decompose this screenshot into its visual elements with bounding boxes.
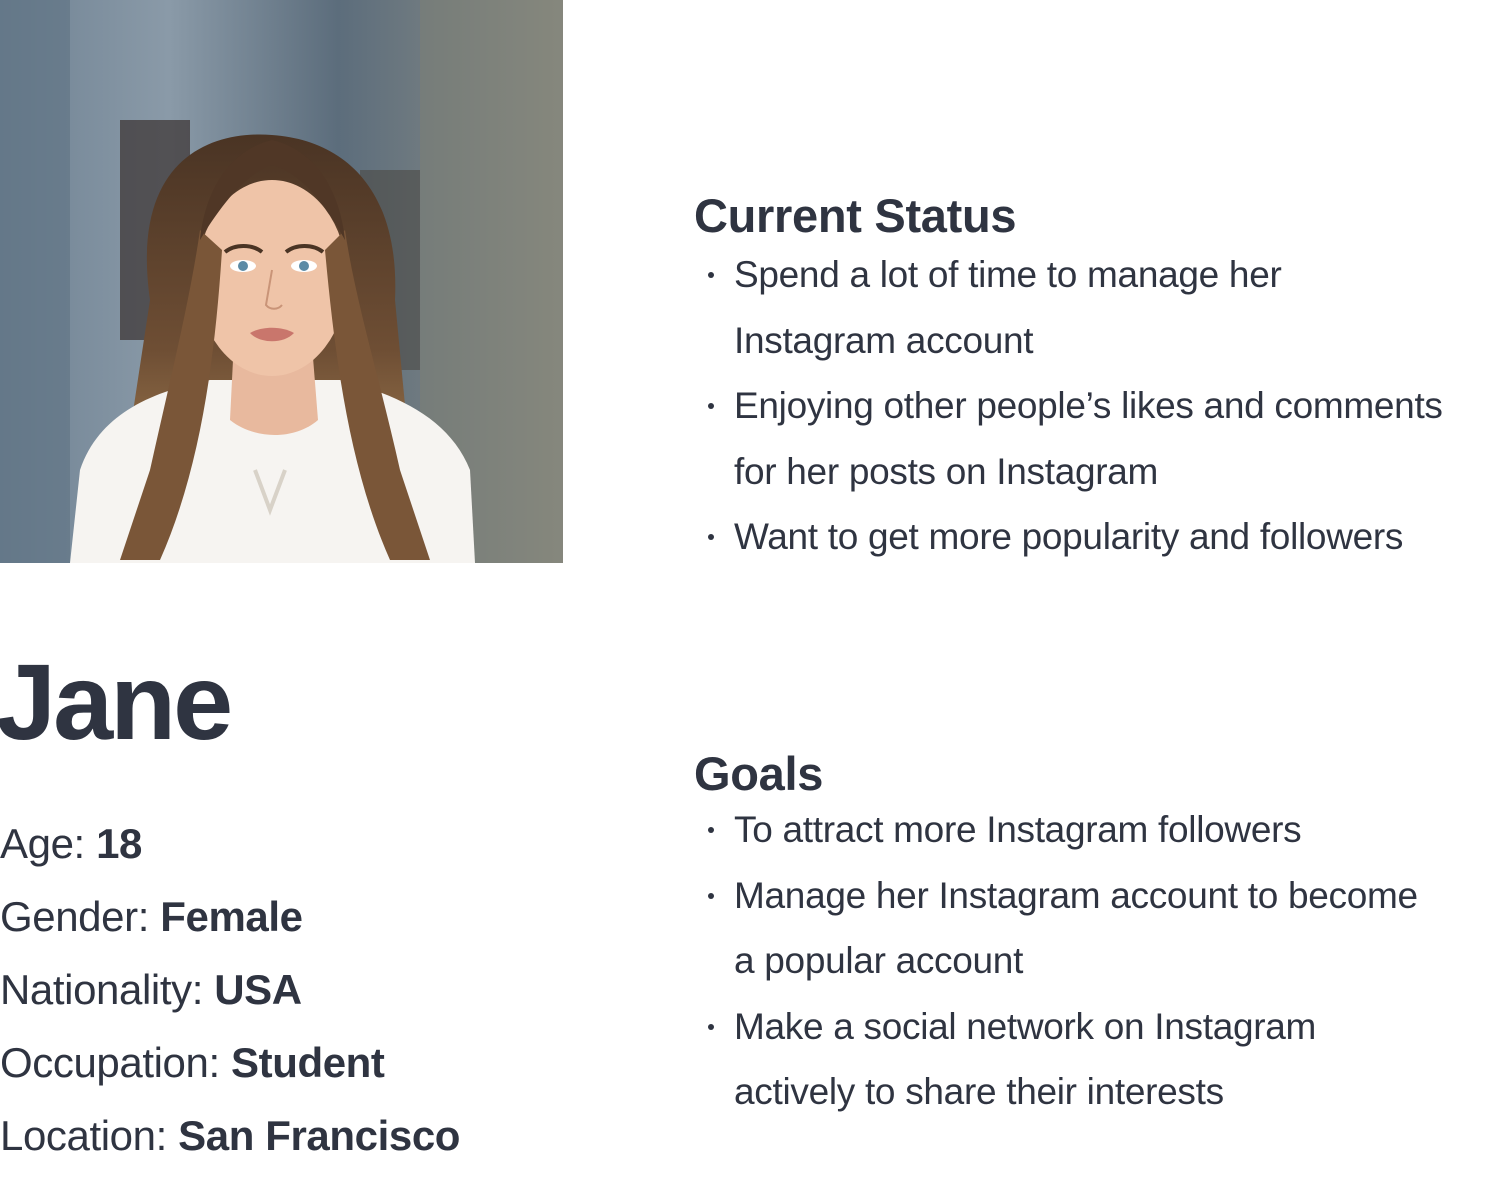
bullet-icon [708,827,714,833]
list-item: Want to get more popularity and follower… [694,504,1500,570]
fact-label: Age: [0,820,97,867]
fact-value: 18 [96,820,142,867]
fact-value: San Francisco [178,1112,461,1159]
list-item-text: Manage her Instagram account to become [734,874,1418,916]
bullet-icon [708,1023,714,1030]
section-title: Goals [694,747,824,800]
bullet-icon [708,272,714,278]
list-item: Enjoying other people’s likes and commen… [694,373,1500,504]
fact-label: Occupation: [0,1039,231,1086]
list-item-text: for her posts on Instagram [734,450,1159,492]
fact-location: Location: San Francisco [0,1104,620,1177]
portrait-photo-icon [0,0,563,563]
fact-age: Age: 18 [0,812,620,885]
current-status-section: Current Status Spend a lot of time to ma… [694,186,1500,570]
list-item-text: a popular account [734,940,1024,981]
bullet-icon [708,534,714,540]
list-item-text: To attract more Instagram followers [734,809,1302,850]
bullet-icon [708,892,714,899]
list-item: Manage her Instagram account to become a… [694,863,1500,994]
fact-label: Gender: [0,893,161,940]
goals-section: Goals To attract more Instagram follower… [694,744,1500,1125]
list-item-text: actively to share their interests [734,1071,1224,1112]
current-status-list: Spend a lot of time to manage her Instag… [694,242,1500,570]
fact-value: USA [214,966,302,1013]
fact-label: Nationality: [0,966,215,1013]
bullet-icon [708,403,714,409]
list-item-text: Spend a lot of time to manage her [734,254,1282,295]
persona-name: Jane [0,641,233,762]
fact-value: Student [231,1039,385,1086]
list-item: To attract more Instagram followers [694,797,1500,863]
fact-gender: Gender: Female [0,885,620,958]
list-item-text: Want to get more popularity and follower… [734,516,1404,557]
list-item-text: Enjoying other people’s likes and commen… [734,385,1443,426]
persona-facts: Age: 18 Gender: Female Nationality: USA … [0,812,620,1177]
persona-photo [0,0,563,563]
goals-list: To attract more Instagram followers Mana… [694,797,1500,1125]
fact-label: Location: [0,1112,179,1159]
list-item: Make a social network on Instagram activ… [694,994,1500,1125]
fact-occupation: Occupation: Student [0,1031,620,1104]
list-item: Spend a lot of time to manage her Instag… [694,242,1500,373]
section-title: Current Status [694,189,1017,242]
list-item-text: Instagram account [734,319,1034,361]
list-item-text: Make a social network on Instagram [734,1005,1317,1047]
fact-value: Female [160,893,303,940]
fact-nationality: Nationality: USA [0,958,620,1031]
